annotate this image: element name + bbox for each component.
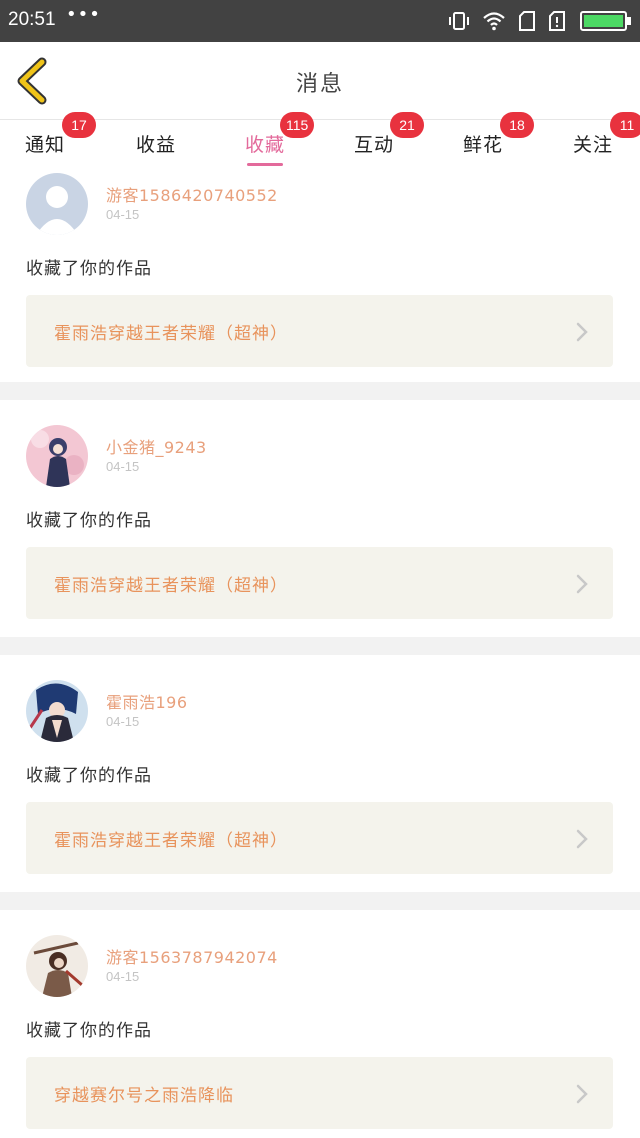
avatar[interactable] <box>26 680 88 742</box>
page-title: 消息 <box>295 72 344 97</box>
username[interactable]: 游客1563787942074 <box>106 944 278 968</box>
message-date: 04-15 <box>106 207 140 222</box>
work-title: 霍雨浩穿越王者荣耀（超神） <box>54 324 288 344</box>
tab-label: 收益 <box>135 134 176 156</box>
tab-flowers[interactable]: 鲜花 18 <box>428 112 538 170</box>
action-text: 收藏了你的作品 <box>26 1021 152 1041</box>
chevron-right-icon <box>576 322 588 342</box>
badge-count: 17 <box>62 112 96 138</box>
work-link[interactable]: 霍雨浩穿越王者荣耀（超神） <box>26 295 613 367</box>
list-item: 游客1563787942074 04-15 收藏了你的作品 穿越赛尔号之雨浩降临 <box>0 910 640 1129</box>
chevron-right-icon <box>576 829 588 849</box>
badge-count: 18 <box>500 112 534 138</box>
message-tabs: 通知 17 收益 收藏 115 互动 21 鲜花 18 关注 11 <box>0 112 640 170</box>
badge-count: 115 <box>280 112 315 138</box>
wifi-icon <box>483 12 505 31</box>
divider <box>0 382 640 400</box>
work-link[interactable]: 穿越赛尔号之雨浩降临 <box>26 1057 613 1129</box>
work-title: 霍雨浩穿越王者荣耀（超神） <box>54 576 288 596</box>
sim1-signal-icon <box>519 11 535 31</box>
battery-icon <box>580 11 631 31</box>
tab-follows[interactable]: 关注 11 <box>538 112 640 170</box>
action-text: 收藏了你的作品 <box>26 766 152 786</box>
message-list: 游客1586420740552 04-15 收藏了你的作品 霍雨浩穿越王者荣耀（… <box>0 170 640 1138</box>
badge-count: 21 <box>390 112 424 138</box>
status-icons <box>448 10 632 32</box>
list-item: 霍雨浩196 04-15 收藏了你的作品 霍雨浩穿越王者荣耀（超神） <box>0 655 640 874</box>
message-date: 04-15 <box>106 459 140 474</box>
avatar[interactable] <box>26 173 88 235</box>
action-text: 收藏了你的作品 <box>26 259 152 279</box>
status-dots: ••• <box>66 4 101 25</box>
work-link[interactable]: 霍雨浩穿越王者荣耀（超神） <box>26 547 613 619</box>
badge-count: 11 <box>610 112 640 138</box>
message-date: 04-15 <box>106 714 140 729</box>
work-link[interactable]: 霍雨浩穿越王者荣耀（超神） <box>26 802 613 874</box>
tab-notifications[interactable]: 通知 17 <box>0 112 100 170</box>
nav-bar: 消息 <box>0 42 640 120</box>
tab-underline <box>247 163 283 166</box>
list-item: 小金猪_9243 04-15 收藏了你的作品 霍雨浩穿越王者荣耀（超神） <box>0 400 640 619</box>
avatar[interactable] <box>26 935 88 997</box>
sim2-signal-icon <box>549 11 565 31</box>
chevron-right-icon <box>576 1084 588 1104</box>
tab-interactions[interactable]: 互动 21 <box>319 112 429 170</box>
anime-avatar-warrior <box>26 935 88 997</box>
work-title: 穿越赛尔号之雨浩降临 <box>54 1086 234 1106</box>
tab-earnings[interactable]: 收益 <box>101 120 211 170</box>
action-text: 收藏了你的作品 <box>26 511 152 531</box>
avatar[interactable] <box>26 425 88 487</box>
status-time: 20:51 <box>8 9 56 30</box>
vibrate-icon <box>449 12 469 30</box>
default-avatar-icon <box>26 173 88 235</box>
list-item: 游客1586420740552 04-15 收藏了你的作品 霍雨浩穿越王者荣耀（… <box>0 170 640 367</box>
message-date: 04-15 <box>106 969 140 984</box>
anime-avatar-pink <box>26 425 88 487</box>
work-title: 霍雨浩穿越王者荣耀（超神） <box>54 831 288 851</box>
divider <box>0 892 640 910</box>
anime-avatar-blue <box>26 680 88 742</box>
chevron-right-icon <box>576 574 588 594</box>
divider <box>0 637 640 655</box>
username[interactable]: 霍雨浩196 <box>106 689 188 713</box>
username[interactable]: 小金猪_9243 <box>106 434 207 458</box>
status-bar: 20:51 ••• <box>0 0 640 42</box>
username[interactable]: 游客1586420740552 <box>106 182 278 206</box>
tab-favorites[interactable]: 收藏 115 <box>210 112 320 170</box>
